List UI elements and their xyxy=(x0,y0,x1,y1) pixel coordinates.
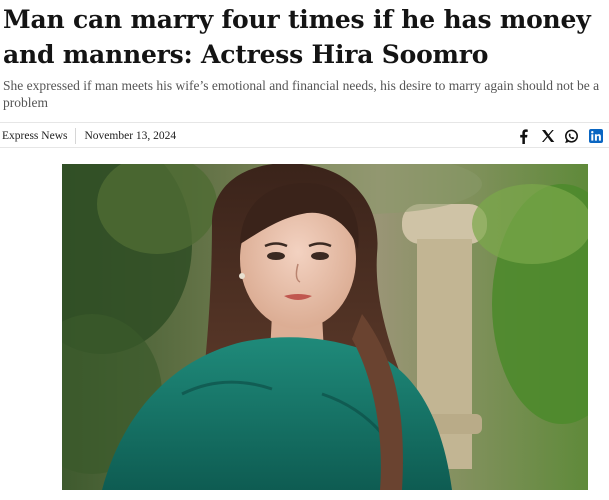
divider-top xyxy=(0,122,609,123)
source-name[interactable]: Express News xyxy=(2,130,67,142)
share-bar xyxy=(516,127,603,145)
facebook-icon[interactable] xyxy=(516,128,531,144)
divider-bottom xyxy=(0,147,609,148)
article-photo xyxy=(62,164,588,490)
x-icon[interactable] xyxy=(540,129,555,144)
byline-separator xyxy=(75,128,77,144)
publish-date: November 13, 2024 xyxy=(84,130,177,142)
byline: Express News November 13, 2024 xyxy=(2,127,176,145)
article-subheadline: She expressed if man meets his wife’s em… xyxy=(3,78,600,110)
whatsapp-icon[interactable] xyxy=(564,129,579,144)
article-headline: Man can marry four times if he has money… xyxy=(3,5,591,69)
linkedin-icon[interactable] xyxy=(588,129,603,144)
